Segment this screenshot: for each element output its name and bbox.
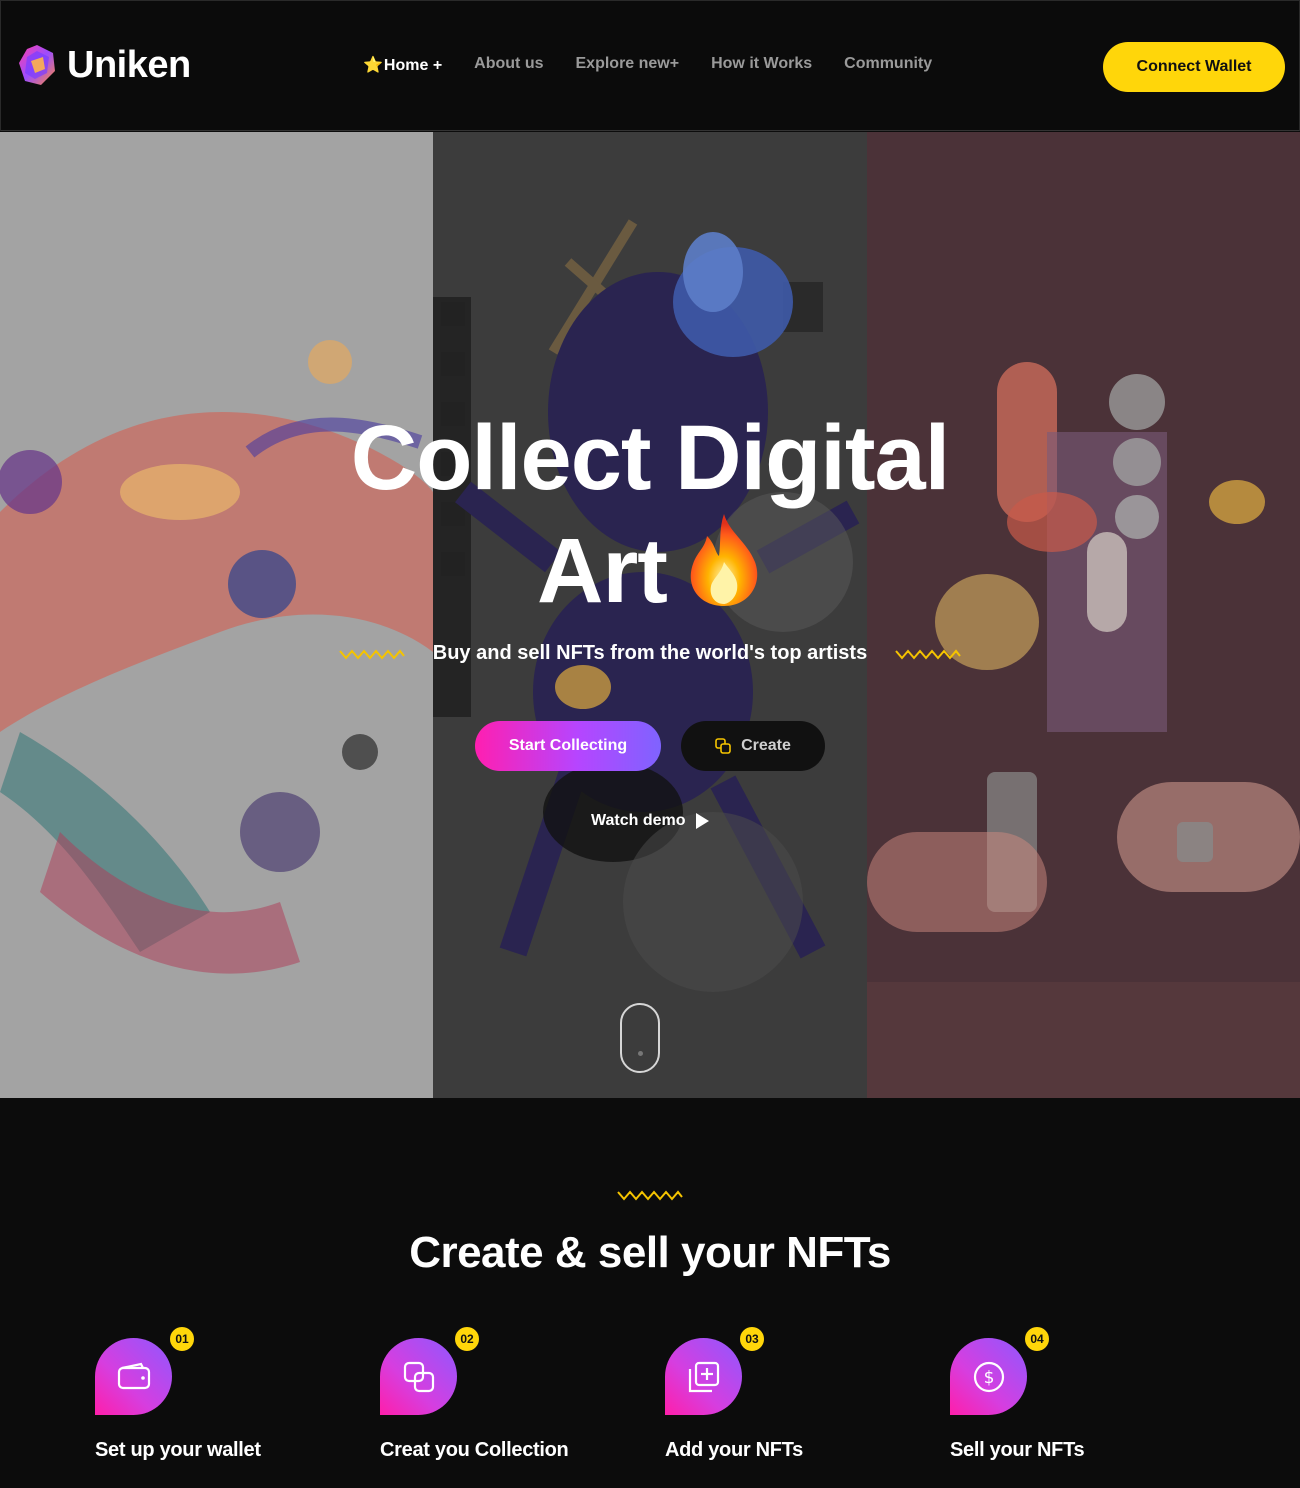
star-icon: ⭐: [363, 57, 383, 74]
hero-title-line1: Collect Digital: [350, 407, 950, 509]
step-icon-container: 01: [95, 1325, 196, 1415]
nav-item-community[interactable]: Community: [844, 55, 932, 75]
copy-icon: [715, 738, 731, 754]
start-collecting-button[interactable]: Start Collecting: [475, 721, 661, 771]
step-label: Set up your wallet: [95, 1439, 261, 1461]
nav-item-explore[interactable]: Explore new+: [576, 55, 680, 75]
zigzag-icon: [617, 1190, 683, 1201]
step-icon-container: 03: [665, 1325, 766, 1415]
watch-demo-link[interactable]: Watch demo: [591, 812, 710, 830]
hero-title: Collect Digital Art: [0, 404, 1300, 625]
site-header: Uniken ⭐Home + About us Explore new+ How…: [0, 0, 1300, 131]
hero-actions: Start Collecting Create: [475, 721, 825, 771]
hero-subtitle-row: Buy and sell NFTs from the world's top a…: [0, 642, 1300, 665]
step-label: Creat you Collection: [380, 1439, 569, 1461]
create-sell-section: Create & sell your NFTs 01 Set up your w…: [0, 1098, 1300, 1488]
fire-icon: [690, 514, 758, 606]
play-icon: [695, 813, 709, 829]
nav-item-label: Home +: [383, 57, 443, 74]
hero-section: Collect Digital Art Buy and sell NFTs fr…: [0, 132, 1300, 1098]
watch-demo-label: Watch demo: [591, 812, 686, 829]
section-title: Create & sell your NFTs: [409, 1228, 891, 1277]
hero-subtitle: Buy and sell NFTs from the world's top a…: [432, 642, 868, 664]
brand-name: Uniken: [67, 43, 191, 86]
zigzag-right-icon: [895, 648, 961, 660]
connect-wallet-button[interactable]: Connect Wallet: [1103, 42, 1285, 92]
step-card: $ 04 Sell your NFTs: [950, 1325, 1210, 1462]
scroll-dot: [638, 1051, 643, 1056]
scroll-down-icon[interactable]: [620, 1003, 660, 1073]
svg-text:$: $: [983, 1368, 994, 1388]
create-button[interactable]: Create: [681, 721, 825, 771]
step-number-badge: 02: [453, 1325, 481, 1353]
step-number-badge: 04: [1023, 1325, 1051, 1353]
copy-icon: [403, 1361, 434, 1392]
step-icon-container: $ 04: [950, 1325, 1051, 1415]
logo-icon: [19, 45, 55, 85]
wallet-icon: [117, 1362, 150, 1389]
step-number-badge: 03: [738, 1325, 766, 1353]
step-card: 02 Creat you Collection: [380, 1325, 640, 1462]
add-image-icon: [688, 1361, 719, 1392]
step-label: Add your NFTs: [665, 1439, 803, 1461]
dollar-icon: $: [973, 1361, 1004, 1392]
zigzag-left-icon: [339, 648, 405, 660]
create-button-label: Create: [741, 737, 791, 754]
step-icon-container: 02: [380, 1325, 481, 1415]
nav-item-home[interactable]: ⭐Home +: [363, 55, 442, 75]
step-label: Sell your NFTs: [950, 1439, 1085, 1461]
logo[interactable]: Uniken: [17, 43, 191, 87]
step-card: 03 Add your NFTs: [665, 1325, 925, 1462]
step-card: 01 Set up your wallet: [95, 1325, 355, 1462]
nav-item-about[interactable]: About us: [474, 55, 543, 75]
step-number-badge: 01: [168, 1325, 196, 1353]
hero-title-line2: Art: [537, 520, 668, 622]
main-nav: ⭐Home + About us Explore new+ How it Wor…: [363, 55, 932, 75]
nav-item-how-it-works[interactable]: How it Works: [711, 55, 812, 75]
